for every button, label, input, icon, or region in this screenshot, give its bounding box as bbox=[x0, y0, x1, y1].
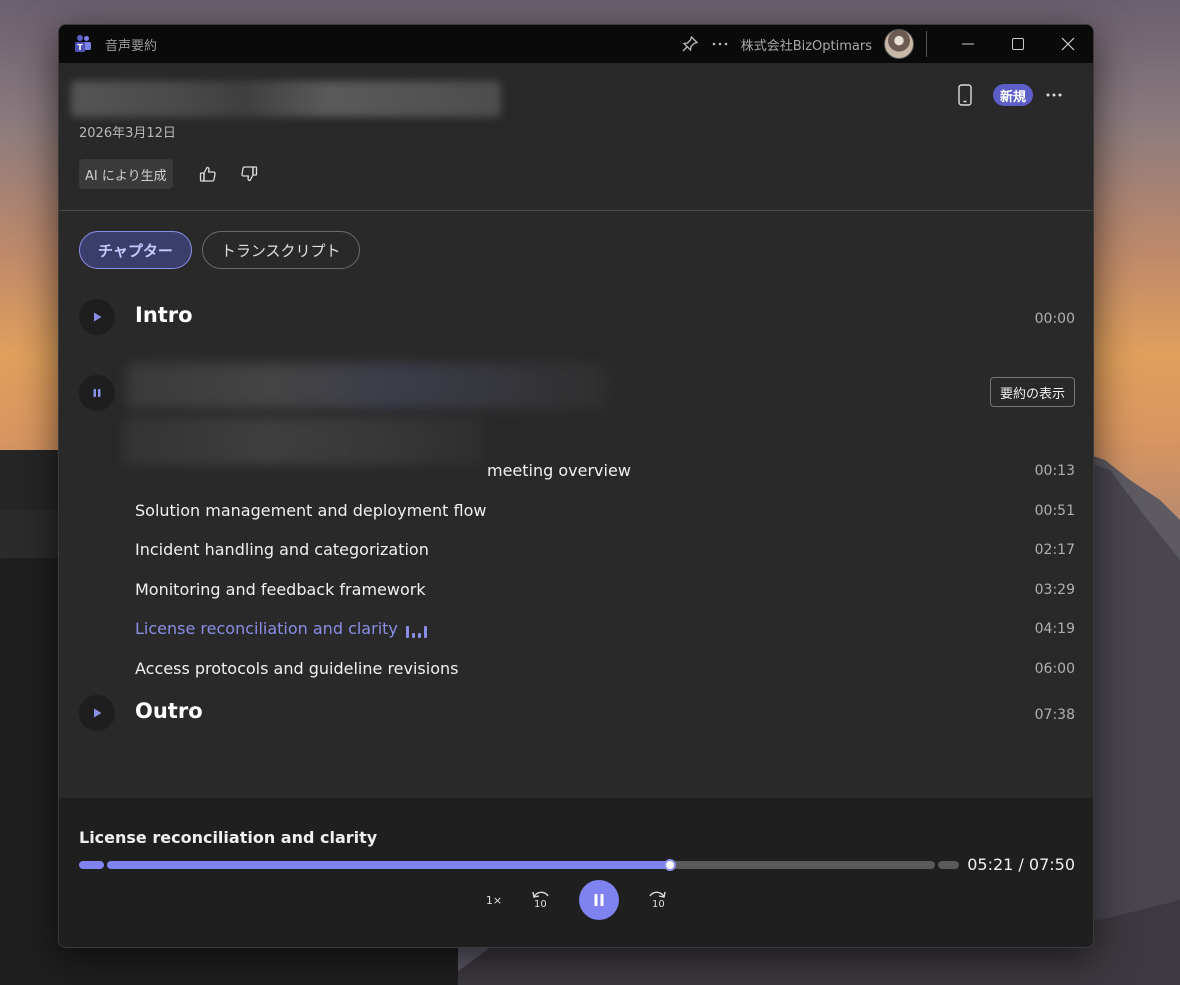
teams-app-icon: T bbox=[73, 34, 93, 54]
subchapter-label: Monitoring and feedback framework bbox=[135, 580, 426, 599]
skip-back-label: 10 bbox=[534, 899, 547, 910]
svg-text:T: T bbox=[77, 43, 83, 52]
subchapter-item[interactable]: meeting overview 00:13 bbox=[59, 458, 1093, 488]
subchapter-time: 00:13 bbox=[1034, 463, 1075, 479]
pause-icon bbox=[93, 389, 101, 397]
audio-player: License reconciliation and clarity 05:21… bbox=[59, 798, 1093, 947]
title-bar-divider bbox=[926, 31, 927, 57]
now-playing-title: License reconciliation and clarity bbox=[79, 828, 378, 847]
subchapter-time: 04:19 bbox=[1034, 621, 1075, 637]
thumbs-up-icon[interactable] bbox=[197, 163, 219, 185]
subchapter-label: Access protocols and guideline revisions bbox=[135, 659, 459, 678]
maximize-icon bbox=[1012, 38, 1024, 50]
user-avatar[interactable] bbox=[884, 29, 914, 59]
chapter-outro[interactable]: Outro 07:38 bbox=[59, 695, 1093, 735]
subchapter-item[interactable]: Access protocols and guideline revisions… bbox=[59, 656, 1093, 686]
seek-bar-played bbox=[107, 861, 671, 869]
subchapter-item[interactable]: Monitoring and feedback framework 03:29 bbox=[59, 577, 1093, 607]
play-icon bbox=[94, 708, 102, 718]
speed-label: 1× bbox=[485, 893, 503, 907]
close-button[interactable] bbox=[1043, 25, 1093, 63]
seek-segment-outro bbox=[938, 861, 959, 869]
more-options-icon[interactable] bbox=[705, 29, 735, 59]
show-summary-button[interactable]: 要約の表示 bbox=[989, 377, 1075, 407]
skip-forward-label: 10 bbox=[652, 899, 665, 910]
chapter-title: Outro bbox=[135, 699, 203, 723]
thumbs-down-icon[interactable] bbox=[238, 163, 260, 185]
mobile-device-icon[interactable] bbox=[953, 83, 977, 107]
minimize-icon bbox=[962, 43, 974, 45]
seek-bar[interactable] bbox=[79, 859, 959, 871]
pause-button[interactable] bbox=[79, 375, 115, 411]
subchapter-time: 06:00 bbox=[1034, 661, 1075, 677]
subchapter-label: Incident handling and categorization bbox=[135, 540, 429, 559]
title-bar: T 音声要約 株式会社BizOptimars bbox=[59, 25, 1093, 63]
now-playing-equalizer-icon bbox=[406, 624, 427, 638]
subchapter-label: meeting overview bbox=[487, 461, 631, 480]
pin-icon[interactable] bbox=[675, 29, 705, 59]
subchapter-item[interactable]: Solution management and deployment flow … bbox=[59, 498, 1093, 528]
maximize-button[interactable] bbox=[993, 25, 1043, 63]
redacted-meeting-title bbox=[71, 81, 501, 117]
playback-time: 05:21 / 07:50 bbox=[967, 855, 1075, 874]
tab-transcript[interactable]: トランスクリプト bbox=[201, 231, 360, 269]
view-tabs: チャプター トランスクリプト bbox=[79, 231, 360, 269]
organization-name[interactable]: 株式会社BizOptimars bbox=[741, 35, 872, 54]
close-icon bbox=[1061, 37, 1075, 51]
subchapter-time: 00:51 bbox=[1034, 503, 1075, 519]
recap-header: 2026年3月12日 AI により生成 新規 bbox=[59, 63, 1093, 211]
redacted-chapter-title bbox=[127, 363, 607, 409]
playback-speed-button[interactable]: 1× bbox=[482, 880, 506, 920]
subchapter-label: Solution management and deployment flow bbox=[135, 501, 487, 520]
subchapter-time: 02:17 bbox=[1034, 542, 1075, 558]
subchapter-time: 03:29 bbox=[1034, 582, 1075, 598]
meeting-date: 2026年3月12日 bbox=[79, 126, 176, 141]
subchapter-item-active[interactable]: License reconciliation and clarity 04:19 bbox=[59, 616, 1093, 646]
chapter-time: 00:00 bbox=[1034, 311, 1075, 327]
seek-handle[interactable] bbox=[664, 859, 677, 871]
skip-forward-10-button[interactable]: 10 bbox=[643, 880, 671, 920]
new-badge: 新規 bbox=[992, 84, 1033, 106]
skip-back-10-button[interactable]: 10 bbox=[527, 880, 555, 920]
window-title: 音声要約 bbox=[105, 38, 158, 54]
play-pause-button[interactable] bbox=[579, 880, 619, 920]
seek-segment-intro bbox=[79, 861, 104, 869]
minimize-button[interactable] bbox=[943, 25, 993, 63]
subchapter-label: License reconciliation and clarity bbox=[135, 619, 398, 638]
chapter-intro[interactable]: Intro 00:00 bbox=[59, 299, 1093, 339]
seek-bar-remaining bbox=[670, 861, 935, 869]
chapter-main[interactable]: 要約の表示 bbox=[59, 363, 1093, 415]
pause-icon bbox=[594, 894, 604, 906]
playback-controls: 1× 10 10 bbox=[59, 880, 1093, 924]
tab-chapters[interactable]: チャプター bbox=[79, 231, 192, 269]
more-options-icon[interactable] bbox=[1039, 83, 1069, 107]
play-button[interactable] bbox=[79, 695, 115, 731]
audio-recap-window: T 音声要約 株式会社BizOptimars 2026年3月12日 AI により… bbox=[58, 24, 1094, 948]
ai-generated-badge: AI により生成 bbox=[79, 159, 173, 189]
chapter-time: 07:38 bbox=[1034, 707, 1075, 723]
subchapter-item[interactable]: Incident handling and categorization 02:… bbox=[59, 537, 1093, 567]
play-icon bbox=[94, 312, 102, 322]
chapter-title: Intro bbox=[135, 303, 193, 327]
play-button[interactable] bbox=[79, 299, 115, 335]
